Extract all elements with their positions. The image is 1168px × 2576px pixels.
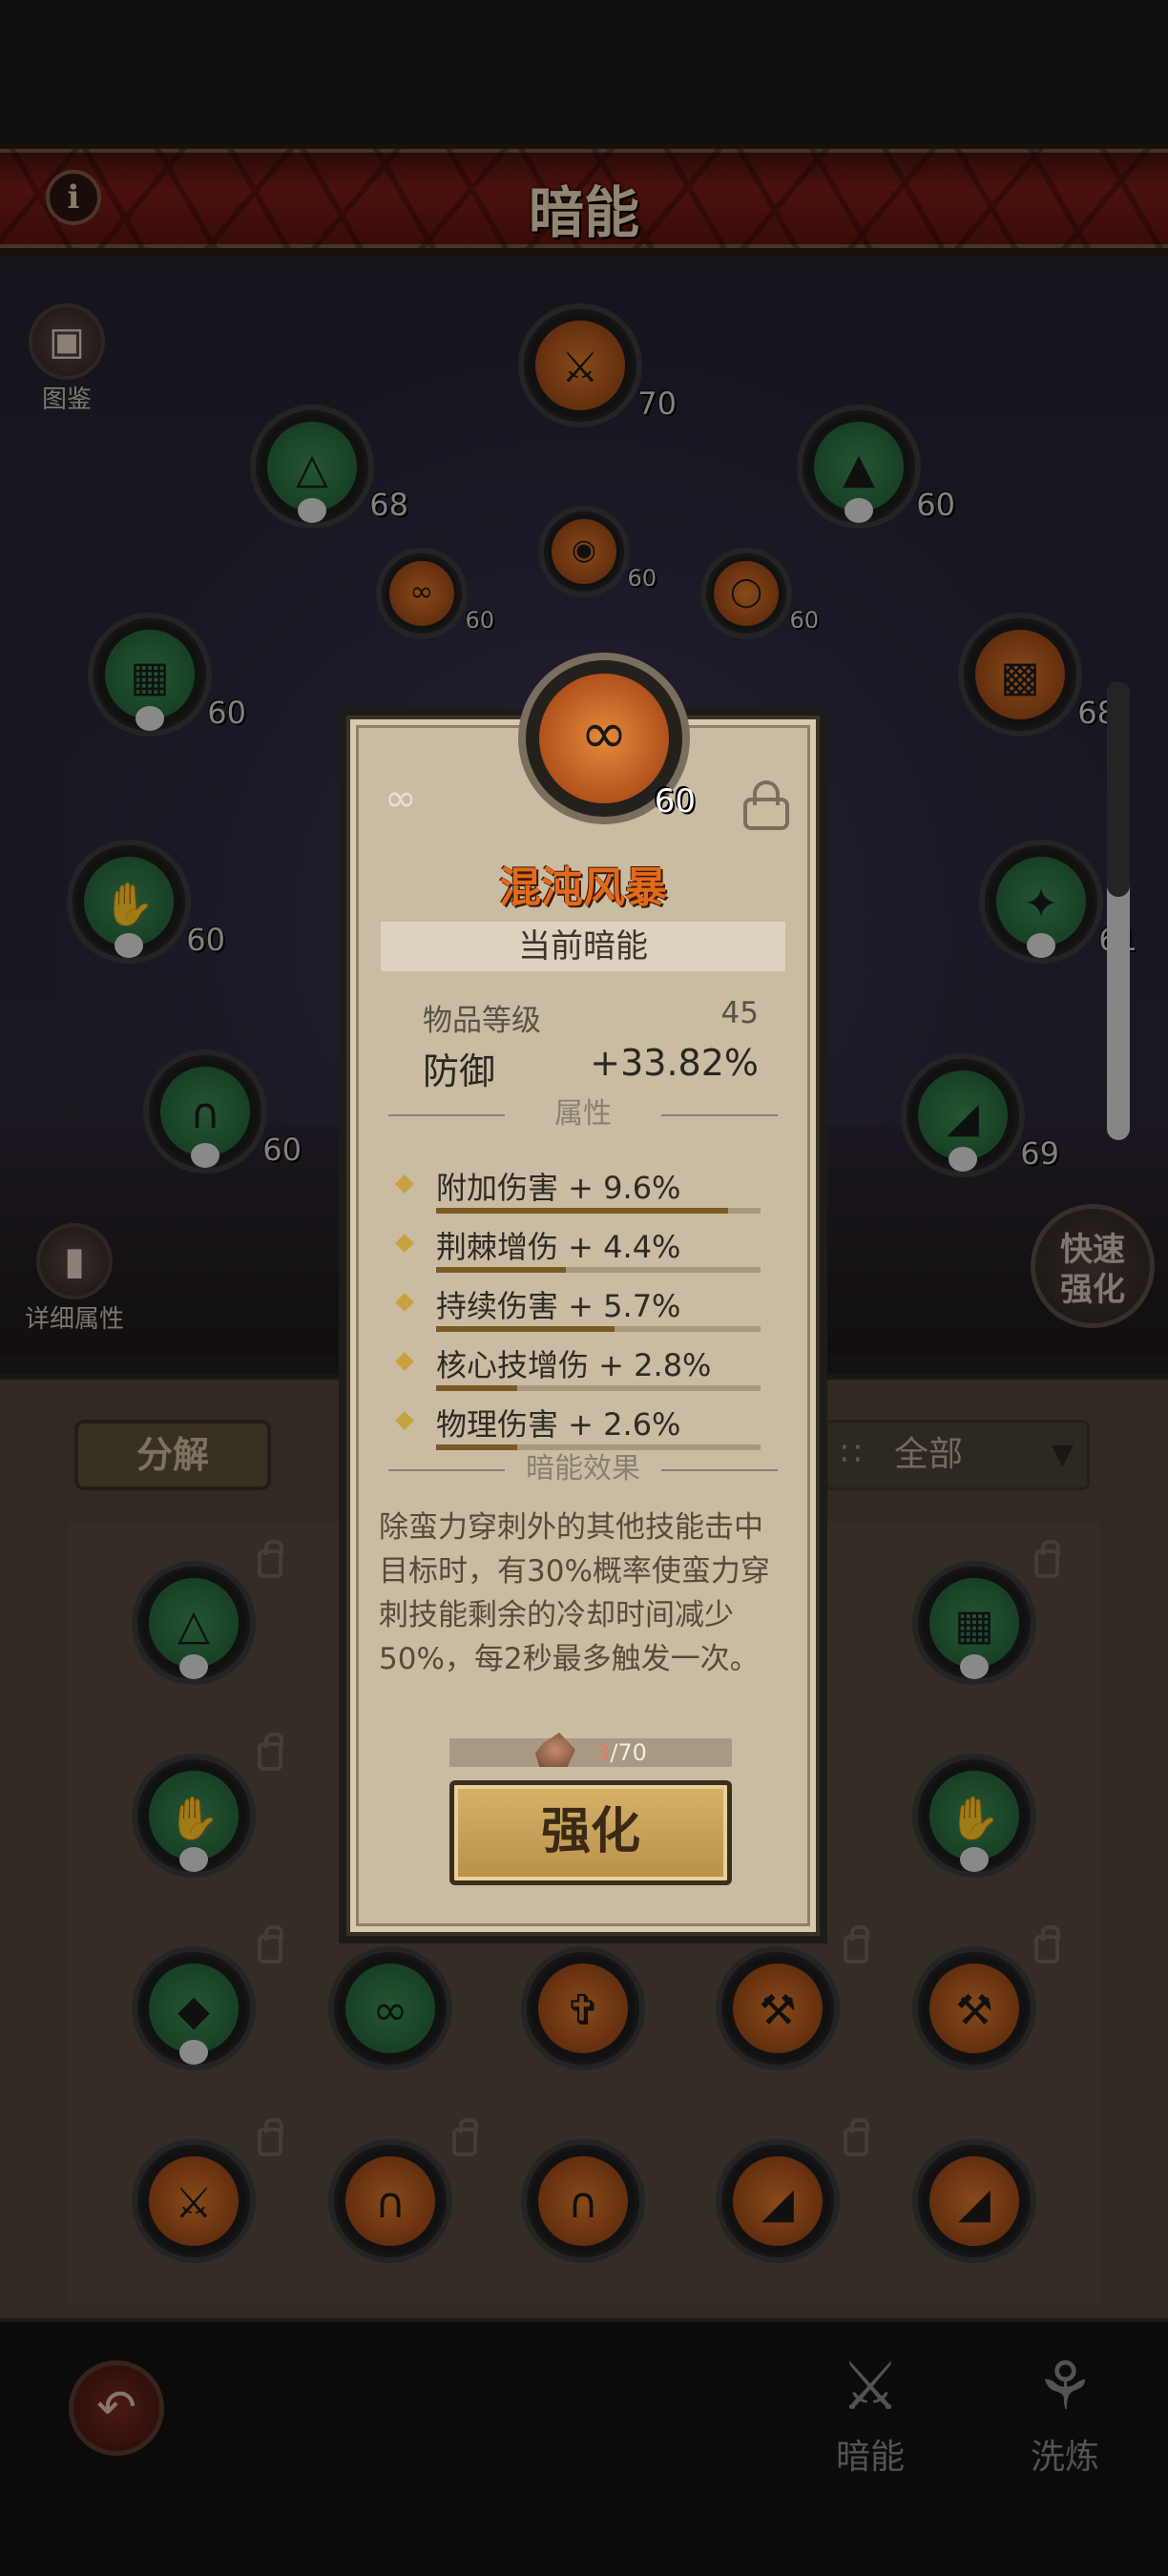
main-stat-label: 防御 — [423, 1050, 496, 1092]
effect-description: 除蛮力穿刺外的其他技能击中目标时，有30%概率使蛮力穿刺技能剩余的冷却时间减少5… — [379, 1510, 770, 1676]
diamond-bullet-icon — [395, 1174, 414, 1194]
affix-text: 核心技增伤 + 2.8% — [436, 1347, 712, 1383]
affix-progress — [436, 1267, 761, 1273]
affix-text: 荆棘增伤 + 4.4% — [436, 1229, 681, 1265]
affix-progress — [436, 1385, 761, 1391]
effect-divider: 暗能效果 — [388, 1450, 778, 1488]
affix-row: 核心技增伤 + 2.8% — [395, 1345, 761, 1402]
item-portrait: ∞ 60 — [518, 653, 696, 824]
item-detail-card: ∞ 60 ∞ 混沌风暴 当前暗能 物品等级 45 防御 +33.82% 属性 附… — [339, 653, 827, 1943]
diamond-bullet-icon — [395, 1293, 414, 1312]
affix-progress — [436, 1326, 761, 1332]
lock-icon[interactable] — [743, 780, 789, 830]
current-energy-label: 当前暗能 — [381, 922, 785, 971]
main-stat-value: +33.82% — [590, 1042, 759, 1084]
material-have: 3 — [595, 1739, 611, 1766]
ore-icon — [535, 1733, 575, 1767]
material-need: /70 — [610, 1739, 647, 1766]
link-icon[interactable]: ∞ — [385, 777, 432, 824]
diamond-bullet-icon — [395, 1352, 414, 1371]
item-name: 混沌风暴 — [499, 863, 667, 912]
affix-text: 附加伤害 + 9.6% — [436, 1170, 681, 1206]
item-level-badge: 60 — [654, 782, 696, 821]
affix-row: 持续伤害 + 5.7% — [395, 1286, 761, 1343]
item-level-value: 45 — [720, 996, 759, 1030]
diamond-bullet-icon — [395, 1234, 414, 1253]
main-stat-row: 防御 +33.82% — [423, 1042, 759, 1094]
dark-energy-screen: i 暗能 ▣ 图鉴 ⚔ 70 △ 68 ▲ 60 ∞ 60 ◉ 60 ◯ 60 — [0, 0, 1168, 2576]
item-level-row: 物品等级 45 — [423, 996, 759, 1039]
item-level-label: 物品等级 — [423, 1004, 541, 1038]
affix-progress — [436, 1208, 761, 1214]
material-cost: 3/70 — [449, 1733, 732, 1767]
attributes-divider: 属性 — [388, 1095, 778, 1133]
diamond-bullet-icon — [395, 1411, 414, 1430]
affix-row: 附加伤害 + 9.6% — [395, 1168, 761, 1225]
upgrade-button[interactable]: 强化 — [449, 1780, 732, 1885]
affix-row: 荆棘增伤 + 4.4% — [395, 1227, 761, 1284]
affix-text: 持续伤害 + 5.7% — [436, 1288, 681, 1324]
card-body: ∞ 60 ∞ 混沌风暴 当前暗能 物品等级 45 防御 +33.82% 属性 附… — [346, 653, 820, 1936]
chain-weapon-icon: ∞ — [580, 700, 628, 767]
affix-text: 物理伤害 + 2.6% — [436, 1406, 681, 1443]
